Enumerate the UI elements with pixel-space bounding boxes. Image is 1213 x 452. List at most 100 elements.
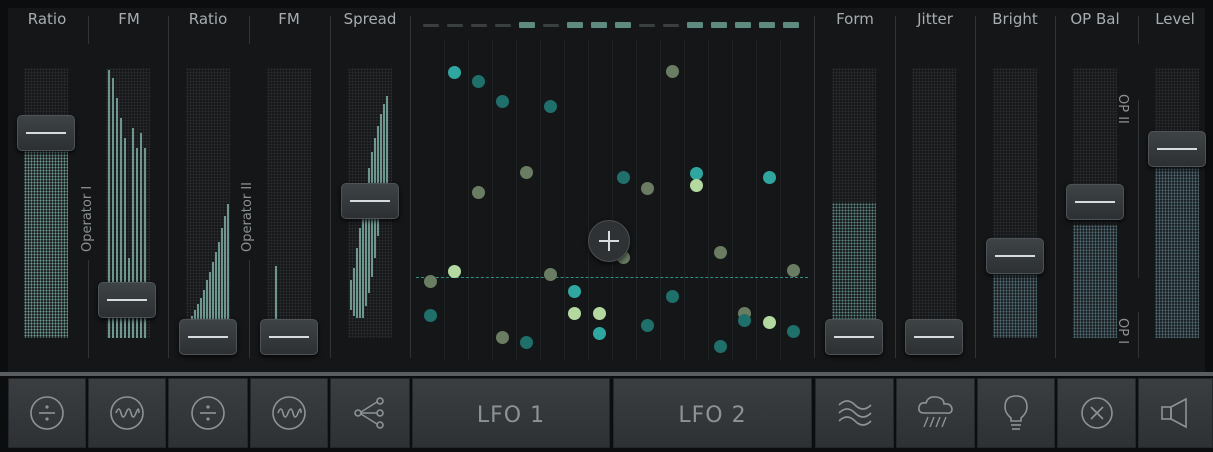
bright-slider-track[interactable]	[993, 68, 1037, 338]
center-line	[416, 277, 808, 278]
jitter-slider-handle[interactable]	[905, 319, 963, 355]
op1-label: OP I	[1115, 318, 1130, 345]
step-dot[interactable]	[763, 171, 776, 184]
separator	[88, 16, 89, 44]
lfo2-label: LFO 2	[678, 403, 747, 428]
step-dot[interactable]	[448, 66, 461, 79]
jitter-button[interactable]	[896, 378, 975, 448]
ratio2-slider-handle[interactable]	[179, 319, 237, 355]
fm2-slider-handle[interactable]	[260, 319, 318, 355]
ratio2-label: Ratio	[188, 10, 228, 28]
step-dot[interactable]	[472, 186, 485, 199]
bright-label: Bright	[992, 10, 1038, 28]
sequencer-step[interactable]	[663, 24, 679, 27]
separator	[168, 16, 169, 358]
form-slider-handle[interactable]	[825, 319, 883, 355]
lfo2-button[interactable]: LFO 2	[613, 378, 812, 448]
ratio2-divide-button[interactable]	[168, 378, 248, 448]
jitter-slider-track[interactable]	[912, 68, 956, 338]
step-dot[interactable]	[568, 285, 581, 298]
step-dot[interactable]	[714, 340, 727, 353]
form-label: Form	[836, 10, 874, 28]
step-dot[interactable]	[666, 290, 679, 303]
divide-icon	[30, 396, 64, 430]
sequencer-step[interactable]	[543, 24, 559, 27]
sequencer-step[interactable]	[495, 24, 511, 27]
step-dot[interactable]	[666, 65, 679, 78]
separator	[895, 16, 896, 358]
step-dot[interactable]	[690, 179, 703, 192]
sequencer-step[interactable]	[423, 24, 439, 27]
lfo1-button[interactable]: LFO 1	[412, 378, 610, 448]
step-dot[interactable]	[520, 166, 533, 179]
bright-button[interactable]	[977, 378, 1055, 448]
step-dot[interactable]	[448, 265, 461, 278]
sequencer-step[interactable]	[639, 24, 655, 27]
rain-cloud-icon	[917, 396, 953, 428]
ratio2-bars	[186, 68, 230, 338]
step-dot[interactable]	[544, 268, 557, 281]
bright-slider-handle[interactable]	[986, 238, 1044, 274]
fm2-slider-track[interactable]	[267, 68, 311, 338]
separator	[814, 16, 815, 358]
level-slider-handle[interactable]	[1148, 131, 1206, 167]
ratio-divide-button[interactable]	[8, 378, 86, 448]
sequencer-step[interactable]	[687, 22, 703, 28]
step-dot[interactable]	[714, 246, 727, 259]
step-dot[interactable]	[641, 319, 654, 332]
fm2-bars	[267, 68, 311, 338]
share-icon	[354, 397, 384, 429]
add-point-button[interactable]	[588, 220, 630, 262]
step-dot[interactable]	[424, 275, 437, 288]
sequencer-step[interactable]	[447, 24, 463, 27]
op2-label: OP II	[1115, 94, 1130, 124]
ratio1-slider-handle[interactable]	[17, 115, 75, 151]
separator	[1138, 100, 1139, 278]
separator	[88, 260, 89, 358]
step-dot[interactable]	[520, 336, 533, 349]
step-dot[interactable]	[617, 171, 630, 184]
form-button[interactable]	[815, 378, 894, 448]
sequencer-step[interactable]	[471, 24, 487, 27]
sequencer-step[interactable]	[567, 22, 583, 28]
spread-share-button[interactable]	[330, 378, 410, 448]
level-slider-track[interactable]	[1155, 68, 1199, 338]
level-button[interactable]	[1138, 378, 1213, 448]
step-dot[interactable]	[593, 327, 606, 340]
opbal-slider-handle[interactable]	[1066, 184, 1124, 220]
separator	[1138, 16, 1139, 44]
fm1-slider-handle[interactable]	[98, 282, 156, 318]
step-dot[interactable]	[787, 264, 800, 277]
step-dot[interactable]	[787, 325, 800, 338]
sequencer-step[interactable]	[711, 22, 727, 28]
step-dot[interactable]	[593, 307, 606, 320]
fm2-label: FM	[278, 10, 300, 28]
step-dot[interactable]	[763, 316, 776, 329]
ratio2-slider-track[interactable]	[186, 68, 230, 338]
sequencer-step[interactable]	[615, 22, 631, 28]
opbal-button[interactable]	[1057, 378, 1136, 448]
form-fill	[832, 203, 876, 338]
step-dot[interactable]	[641, 182, 654, 195]
sequencer-step[interactable]	[759, 22, 775, 28]
ratio1-slider-track[interactable]	[24, 68, 68, 338]
step-dot[interactable]	[568, 307, 581, 320]
step-dot[interactable]	[496, 331, 509, 344]
fm-wave-button[interactable]	[88, 378, 166, 448]
step-dot[interactable]	[496, 95, 509, 108]
step-dot[interactable]	[544, 100, 557, 113]
opbal-fill	[1073, 224, 1117, 338]
wave-icon	[272, 396, 306, 430]
sequencer-step[interactable]	[783, 22, 799, 28]
form-slider-track[interactable]	[832, 68, 876, 338]
fm2-wave-button[interactable]	[250, 378, 328, 448]
level-fill	[1155, 165, 1199, 338]
step-dot[interactable]	[424, 309, 437, 322]
spread-slider-handle[interactable]	[341, 183, 399, 219]
sequencer-step[interactable]	[591, 22, 607, 28]
sequencer-step[interactable]	[519, 22, 535, 28]
separator	[975, 16, 976, 358]
step-dot[interactable]	[738, 314, 751, 327]
step-dot[interactable]	[472, 75, 485, 88]
sequencer-step[interactable]	[735, 22, 751, 28]
